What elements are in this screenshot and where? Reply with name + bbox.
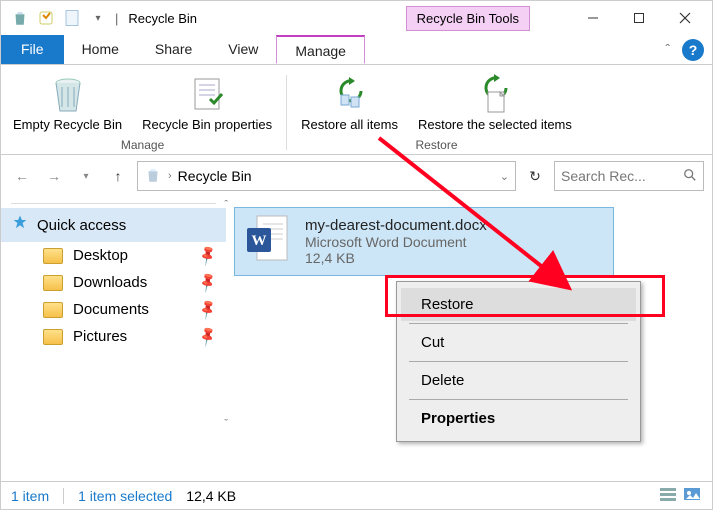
properties-qat-icon[interactable] xyxy=(35,7,57,29)
window-title: Recycle Bin xyxy=(128,11,197,26)
qat-dropdown-icon[interactable]: ▾ xyxy=(87,7,109,29)
details-view-button[interactable] xyxy=(658,486,678,505)
folder-icon xyxy=(43,275,63,291)
address-dropdown-icon[interactable]: ⌄ xyxy=(500,170,509,183)
manage-tab[interactable]: Manage xyxy=(276,35,365,64)
title-bar: ▾ | Recycle Bin Recycle Bin Tools xyxy=(1,1,712,35)
ribbon: Empty Recycle Bin Recycle Bin properties… xyxy=(1,65,712,155)
pin-icon: 📌 xyxy=(195,244,219,268)
ribbon-group-manage-label: Manage xyxy=(121,134,164,154)
restore-all-icon xyxy=(331,73,369,117)
quick-access-label: Quick access xyxy=(37,217,126,234)
close-button[interactable] xyxy=(662,3,708,33)
context-menu: Restore Cut Delete Properties xyxy=(396,281,641,442)
sidebar-item-label: Pictures xyxy=(73,328,127,345)
restore-selected-items-label: Restore the selected items xyxy=(418,117,572,132)
sidebar-item-downloads[interactable]: Downloads 📌 xyxy=(1,269,226,296)
help-button[interactable]: ? xyxy=(682,39,704,61)
forward-button[interactable]: → xyxy=(41,163,67,189)
thumbnails-view-button[interactable] xyxy=(682,486,702,505)
maximize-button[interactable] xyxy=(616,3,662,33)
sidebar-item-desktop[interactable]: Desktop 📌 xyxy=(1,242,226,269)
chevron-right-icon[interactable]: › xyxy=(168,170,172,182)
collapse-ribbon-icon[interactable]: ˆ xyxy=(657,35,678,64)
doc-qat-icon[interactable] xyxy=(61,7,83,29)
empty-recycle-bin-button[interactable]: Empty Recycle Bin xyxy=(7,71,128,134)
address-field[interactable]: › Recycle Bin ⌄ xyxy=(137,161,516,191)
svg-text:W: W xyxy=(252,233,267,249)
status-item-count: 1 item xyxy=(11,488,49,504)
restore-selected-icon xyxy=(476,73,514,117)
sidebar-item-label: Downloads xyxy=(73,274,147,291)
search-placeholder: Search Rec... xyxy=(561,168,646,184)
pin-icon: 📌 xyxy=(195,298,219,322)
sidebar-item-quick-access[interactable]: Quick access xyxy=(1,208,226,242)
sidebar-item-label: Desktop xyxy=(73,247,128,264)
window-controls xyxy=(570,3,708,33)
navigation-pane: ˆ Quick access Desktop 📌 Downloads 📌 Doc… xyxy=(1,197,226,432)
context-menu-delete[interactable]: Delete xyxy=(401,364,636,397)
status-selected-count: 1 item selected xyxy=(78,488,172,504)
file-type: Microsoft Word Document xyxy=(305,234,487,250)
empty-recycle-bin-label: Empty Recycle Bin xyxy=(13,117,122,132)
sidebar-item-documents[interactable]: Documents 📌 xyxy=(1,296,226,323)
context-menu-restore[interactable]: Restore xyxy=(401,288,636,321)
pin-icon: 📌 xyxy=(195,325,219,349)
ribbon-group-manage: Empty Recycle Bin Recycle Bin properties… xyxy=(1,71,284,154)
address-bar: ← → ▾ ↑ › Recycle Bin ⌄ ↻ Search Rec... xyxy=(1,155,712,197)
context-tab-tools[interactable]: Recycle Bin Tools xyxy=(406,6,530,31)
share-tab[interactable]: Share xyxy=(137,35,210,64)
restore-all-items-label: Restore all items xyxy=(301,117,398,132)
search-icon xyxy=(683,168,697,185)
minimize-button[interactable] xyxy=(570,3,616,33)
ribbon-tabs: File Home Share View Manage ˆ ? xyxy=(1,35,712,65)
sidebar-item-pictures[interactable]: Pictures 📌 xyxy=(1,323,226,350)
file-size: 12,4 KB xyxy=(305,250,487,266)
star-icon xyxy=(11,214,29,236)
recycle-bin-icon[interactable] xyxy=(9,7,31,29)
title-separator: | xyxy=(115,11,118,26)
search-input[interactable]: Search Rec... xyxy=(554,161,704,191)
file-tab[interactable]: File xyxy=(1,35,64,64)
breadcrumb[interactable]: Recycle Bin xyxy=(178,168,252,184)
folder-icon xyxy=(43,329,63,345)
file-name: my-dearest-document.docx xyxy=(305,217,487,234)
sidebar-item-label: Documents xyxy=(73,301,149,318)
back-button[interactable]: ← xyxy=(9,163,35,189)
context-menu-properties[interactable]: Properties xyxy=(401,402,636,435)
up-button[interactable]: ↑ xyxy=(105,163,131,189)
file-details: my-dearest-document.docx Microsoft Word … xyxy=(305,217,487,266)
file-item[interactable]: W my-dearest-document.docx Microsoft Wor… xyxy=(234,207,614,276)
folder-icon xyxy=(43,248,63,264)
pin-icon: 📌 xyxy=(195,271,219,295)
ribbon-group-restore: Restore all items Restore the selected i… xyxy=(289,71,584,154)
context-menu-cut[interactable]: Cut xyxy=(401,326,636,359)
recent-locations-button[interactable]: ▾ xyxy=(73,163,99,189)
refresh-button[interactable]: ↻ xyxy=(522,163,548,189)
recycle-bin-properties-label: Recycle Bin properties xyxy=(142,117,272,132)
recycle-bin-empty-icon xyxy=(49,73,87,117)
recycle-bin-small-icon xyxy=(144,166,162,187)
status-bar: 1 item 1 item selected 12,4 KB xyxy=(1,481,712,509)
status-size: 12,4 KB xyxy=(186,488,236,504)
restore-selected-items-button[interactable]: Restore the selected items xyxy=(412,71,578,134)
restore-all-items-button[interactable]: Restore all items xyxy=(295,71,404,134)
folder-icon xyxy=(43,302,63,318)
properties-icon xyxy=(189,73,225,117)
word-document-icon: W xyxy=(245,214,293,269)
quick-access-toolbar: ▾ xyxy=(5,7,109,29)
view-tab[interactable]: View xyxy=(210,35,276,64)
ribbon-group-restore-label: Restore xyxy=(416,134,458,154)
recycle-bin-properties-button[interactable]: Recycle Bin properties xyxy=(136,71,278,134)
home-tab[interactable]: Home xyxy=(64,35,137,64)
